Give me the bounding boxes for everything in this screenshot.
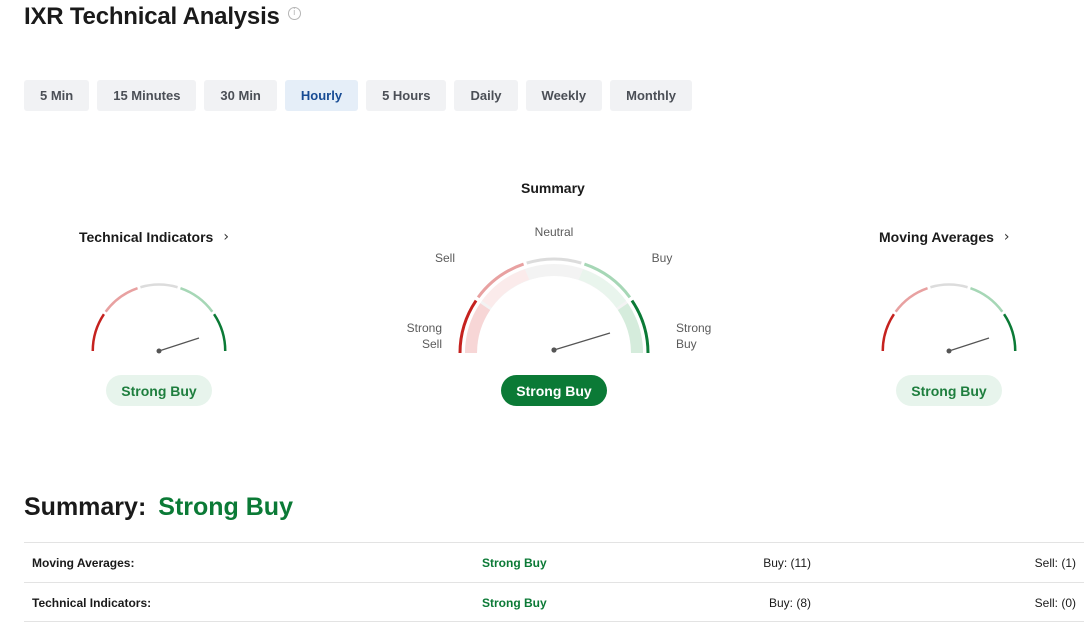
row-signal: Strong Buy — [482, 596, 547, 610]
summary-gauge-signal: Strong Buy — [501, 375, 607, 406]
gauge-label-neutral: Neutral — [534, 225, 574, 239]
timeframe-tabs: 5 Min 15 Minutes 30 Min Hourly 5 Hours D… — [24, 80, 692, 111]
gauge-label-strong-buy: Strong Buy — [676, 321, 712, 351]
info-icon[interactable]: i — [287, 7, 301, 20]
gauge-arc-sell — [894, 286, 928, 313]
technical-indicators-title: Technical Indicators — [79, 229, 214, 245]
table-row: Technical Indicators: Strong Buy Buy: (8… — [24, 582, 1084, 622]
gauge-needle-pivot — [156, 348, 162, 354]
summary-gauge-title: Summary — [521, 180, 585, 196]
moving-averages-link[interactable]: Moving Averages › — [879, 229, 1010, 245]
row-name: Technical Indicators: — [32, 596, 152, 610]
gauge-band-neutral — [465, 264, 643, 353]
tab-5-hours[interactable]: 5 Hours — [366, 80, 447, 111]
moving-averages-signal: Strong Buy — [896, 375, 1002, 406]
tab-daily[interactable]: Daily — [454, 80, 518, 111]
gauge-arc-buy — [180, 286, 214, 313]
gauge-label-buy: Buy — [651, 251, 673, 265]
moving-averages-gauge — [881, 283, 1017, 354]
gauge-needle-pivot — [946, 348, 952, 354]
row-sell-count: Sell: (1) — [1034, 556, 1076, 570]
page-header: IXR Technical Analysis i — [24, 2, 301, 32]
row-sell-count: Sell: (0) — [1034, 596, 1076, 610]
gauge-arc-buy — [970, 286, 1004, 313]
technical-indicators-link[interactable]: Technical Indicators › — [79, 229, 229, 245]
summary-label: Summary: — [24, 493, 147, 521]
gauge-band-sell — [481, 269, 530, 308]
tab-30-min[interactable]: 30 Min — [204, 80, 277, 111]
gauge-arc-strong-sell — [91, 313, 105, 352]
tab-monthly[interactable]: Monthly — [610, 80, 692, 111]
gauge-label-strong-sell: Strong Sell — [406, 321, 442, 351]
row-buy-count: Buy: (8) — [768, 596, 811, 610]
gauge-needle — [948, 337, 990, 352]
technical-indicators-gauge — [91, 283, 227, 354]
summary-verdict: Summary: Strong Buy — [24, 493, 293, 522]
tab-weekly[interactable]: Weekly — [525, 80, 603, 111]
gauge-band-buy — [578, 269, 627, 308]
gauge-arc-strong-buy — [1003, 313, 1017, 352]
summary-value: Strong Buy — [158, 493, 293, 521]
gauge-arc-neutral — [930, 283, 968, 289]
chevron-right-icon: › — [1003, 229, 1010, 245]
tab-hourly[interactable]: Hourly — [284, 80, 359, 111]
gauge-arc-strong-buy — [213, 313, 227, 352]
chevron-right-icon: › — [223, 229, 229, 245]
gauge-arc-neutral — [526, 257, 582, 265]
gauge-label-sell: Sell — [434, 251, 455, 265]
gauge-arc-sell — [104, 286, 138, 313]
gauge-needle-pivot — [551, 347, 557, 353]
tab-5-min[interactable]: 5 Min — [24, 80, 90, 111]
row-name: Moving Averages: — [32, 556, 135, 570]
page-title: IXR Technical Analysis — [24, 3, 280, 30]
summary-table: Moving Averages: Strong Buy Buy: (11) Se… — [24, 542, 1084, 622]
row-signal: Strong Buy — [482, 556, 547, 570]
summary-gauge — [458, 257, 650, 354]
technical-indicators-signal: Strong Buy — [106, 375, 212, 406]
moving-averages-title: Moving Averages — [879, 229, 994, 245]
gauge-needle — [158, 337, 200, 352]
gauge-needle — [553, 332, 611, 351]
tab-15-minutes[interactable]: 15 Minutes — [97, 80, 197, 111]
gauge-arc-strong-sell — [881, 313, 895, 352]
row-buy-count: Buy: (11) — [763, 556, 811, 570]
table-row: Moving Averages: Strong Buy Buy: (11) Se… — [24, 542, 1084, 582]
gauge-arc-neutral — [140, 283, 178, 289]
